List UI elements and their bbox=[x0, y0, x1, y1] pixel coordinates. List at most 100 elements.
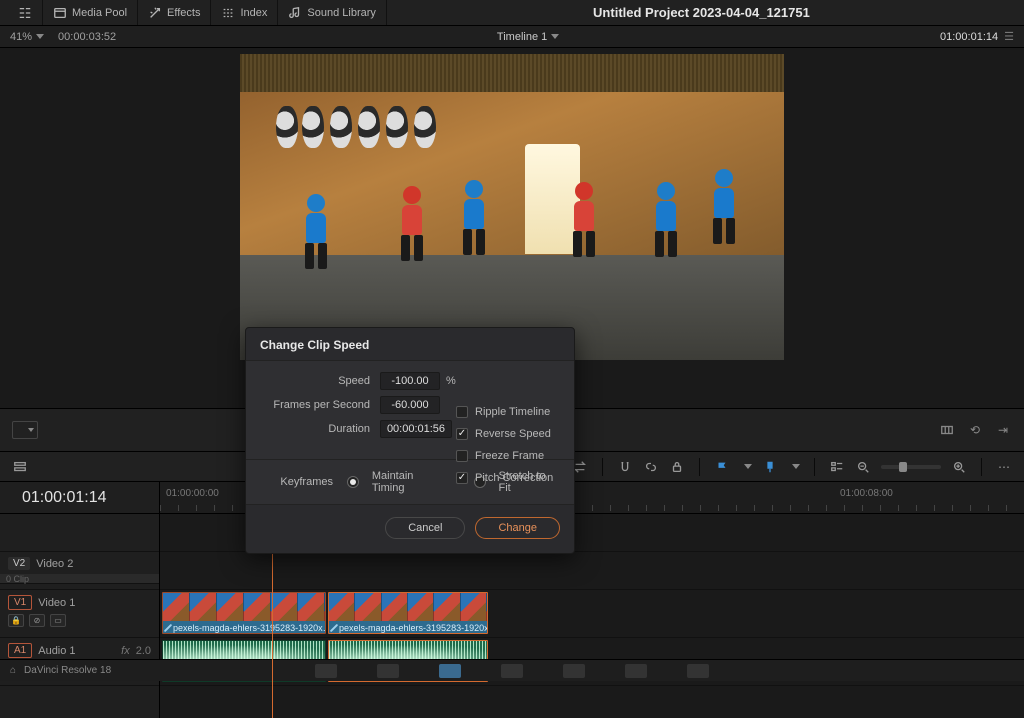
timeline-view-icon[interactable] bbox=[12, 459, 28, 475]
scene-shield bbox=[358, 106, 380, 148]
timeline-name-dropdown[interactable]: Timeline 1 bbox=[497, 31, 559, 43]
lane-v2[interactable] bbox=[160, 552, 1024, 590]
track-name-v2: Video 2 bbox=[36, 558, 73, 570]
track-tag-a1[interactable]: A1 bbox=[8, 643, 32, 658]
ruler-tick: 01:00:00:00 bbox=[166, 488, 219, 499]
chevron-down-icon bbox=[36, 34, 44, 39]
page-cut[interactable] bbox=[377, 664, 399, 678]
track-lock-button[interactable]: 🔒 bbox=[8, 614, 24, 627]
duration-label: Duration bbox=[260, 423, 380, 435]
freeze-checkbox[interactable] bbox=[456, 450, 468, 462]
scene-thatch bbox=[240, 54, 784, 92]
speed-unit: % bbox=[446, 375, 456, 387]
scene-shield bbox=[302, 106, 324, 148]
zoom-dropdown[interactable]: 41% bbox=[10, 31, 44, 43]
lane-v1[interactable]: pexels-magda-ehlers-3195283-1920x… pexel… bbox=[160, 590, 1024, 638]
speed-input[interactable] bbox=[380, 372, 440, 390]
effects-label: Effects bbox=[167, 7, 200, 19]
lock-icon[interactable] bbox=[669, 459, 685, 475]
ruler-tick: 01:00:08:00 bbox=[840, 488, 893, 499]
index-button[interactable]: Index bbox=[211, 0, 278, 25]
timeline-name-label: Timeline 1 bbox=[497, 31, 547, 43]
snap-icon[interactable] bbox=[617, 459, 633, 475]
reverse-checkbox[interactable] bbox=[456, 428, 468, 440]
marker-icon[interactable] bbox=[762, 459, 778, 475]
page-edit[interactable] bbox=[439, 664, 461, 678]
source-timecode: 00:00:03:52 bbox=[58, 31, 116, 43]
flag-icon[interactable] bbox=[714, 459, 730, 475]
track-tag-v2[interactable]: V2 bbox=[8, 557, 30, 570]
sound-library-button[interactable]: Sound Library bbox=[278, 0, 387, 25]
dialog-title: Change Clip Speed bbox=[246, 328, 574, 360]
duration-input[interactable] bbox=[380, 420, 452, 438]
cancel-button[interactable]: Cancel bbox=[385, 517, 465, 539]
pitch-label: Pitch Correction bbox=[475, 472, 553, 484]
viewer-status-bar: 41% 00:00:03:52 Timeline 1 01:00:01:14 ☰ bbox=[0, 26, 1024, 48]
timeline-timecode[interactable]: 01:00:01:14 bbox=[0, 482, 159, 514]
scene-dancer bbox=[460, 180, 488, 256]
scene-shield bbox=[276, 106, 298, 148]
maintain-timing-radio[interactable] bbox=[347, 476, 359, 488]
home-icon[interactable]: ⌂ bbox=[10, 665, 16, 676]
page-fairlight[interactable] bbox=[625, 664, 647, 678]
clip-label: pexels-magda-ehlers-3195283-1920x… bbox=[329, 621, 487, 634]
index-label: Index bbox=[240, 7, 267, 19]
link-icon[interactable] bbox=[643, 459, 659, 475]
viewer-mode-dropdown[interactable] bbox=[12, 421, 38, 439]
expand-toggle-button[interactable] bbox=[8, 0, 43, 25]
app-label: DaVinci Resolve 18 bbox=[24, 665, 111, 676]
freeze-label: Freeze Frame bbox=[475, 450, 544, 462]
viewer-canvas[interactable] bbox=[240, 54, 784, 360]
chevron-down-icon[interactable] bbox=[744, 464, 752, 469]
chevron-down-icon bbox=[551, 34, 559, 39]
page-media[interactable] bbox=[315, 664, 337, 678]
page-fusion[interactable] bbox=[501, 664, 523, 678]
effects-button[interactable]: Effects bbox=[138, 0, 211, 25]
ripple-checkbox[interactable] bbox=[456, 406, 468, 418]
scene-shield bbox=[414, 106, 436, 148]
chevron-down-icon[interactable] bbox=[792, 464, 800, 469]
fps-input[interactable] bbox=[380, 396, 440, 414]
media-pool-button[interactable]: Media Pool bbox=[43, 0, 138, 25]
page-switcher bbox=[315, 664, 709, 678]
pitch-checkbox[interactable] bbox=[456, 472, 468, 484]
track-head-v2[interactable]: V2 Video 2 0 Clip bbox=[0, 552, 159, 590]
viewer-menu-icon[interactable]: ☰ bbox=[1004, 30, 1014, 43]
reverse-label: Reverse Speed bbox=[475, 428, 551, 440]
page-deliver[interactable] bbox=[687, 664, 709, 678]
scene-shield bbox=[386, 106, 408, 148]
track-tag-v1[interactable]: V1 bbox=[8, 595, 32, 610]
clip-label: pexels-magda-ehlers-3195283-1920x… bbox=[163, 621, 325, 634]
sound-library-label: Sound Library bbox=[307, 7, 376, 19]
track-thumb-button[interactable]: ▭ bbox=[50, 614, 66, 627]
scene-dancer bbox=[398, 186, 426, 262]
track-head-v1[interactable]: V1 Video 1 🔒 ⊘ ▭ bbox=[0, 590, 159, 638]
ripple-label: Ripple Timeline bbox=[475, 406, 550, 418]
track-name-v1: Video 1 bbox=[38, 597, 75, 609]
ch-label: 2.0 bbox=[136, 645, 151, 657]
zoom-slider[interactable] bbox=[881, 465, 941, 469]
zoom-in-icon[interactable] bbox=[951, 459, 967, 475]
scene-dancer bbox=[710, 169, 738, 245]
more-icon[interactable]: ⋯ bbox=[996, 459, 1012, 475]
keyframes-label: Keyframes bbox=[260, 476, 341, 488]
change-button[interactable]: Change bbox=[475, 517, 560, 539]
video-clip-selected[interactable]: pexels-magda-ehlers-3195283-1920x… bbox=[328, 592, 488, 634]
scene-shield bbox=[330, 106, 352, 148]
scene-dancer bbox=[570, 182, 598, 258]
track-disable-button[interactable]: ⊘ bbox=[29, 614, 45, 627]
timeline-options-icon[interactable] bbox=[829, 459, 845, 475]
media-pool-label: Media Pool bbox=[72, 7, 127, 19]
loop-icon[interactable]: ⟲ bbox=[966, 421, 984, 439]
match-frame-icon[interactable] bbox=[938, 421, 956, 439]
page-color[interactable] bbox=[563, 664, 585, 678]
zoom-out-icon[interactable] bbox=[855, 459, 871, 475]
zoom-value: 41% bbox=[10, 31, 32, 43]
project-title: Untitled Project 2023-04-04_121751 bbox=[387, 5, 1016, 20]
zero-clip-label: 0 Clip bbox=[0, 574, 159, 584]
video-clip[interactable]: pexels-magda-ehlers-3195283-1920x… bbox=[162, 592, 326, 634]
fps-label: Frames per Second bbox=[260, 399, 380, 411]
record-timecode: 01:00:01:14 bbox=[940, 31, 998, 43]
top-toolbar: Media Pool Effects Index Sound Library U… bbox=[0, 0, 1024, 26]
goto-end-icon[interactable]: ⇥ bbox=[994, 421, 1012, 439]
